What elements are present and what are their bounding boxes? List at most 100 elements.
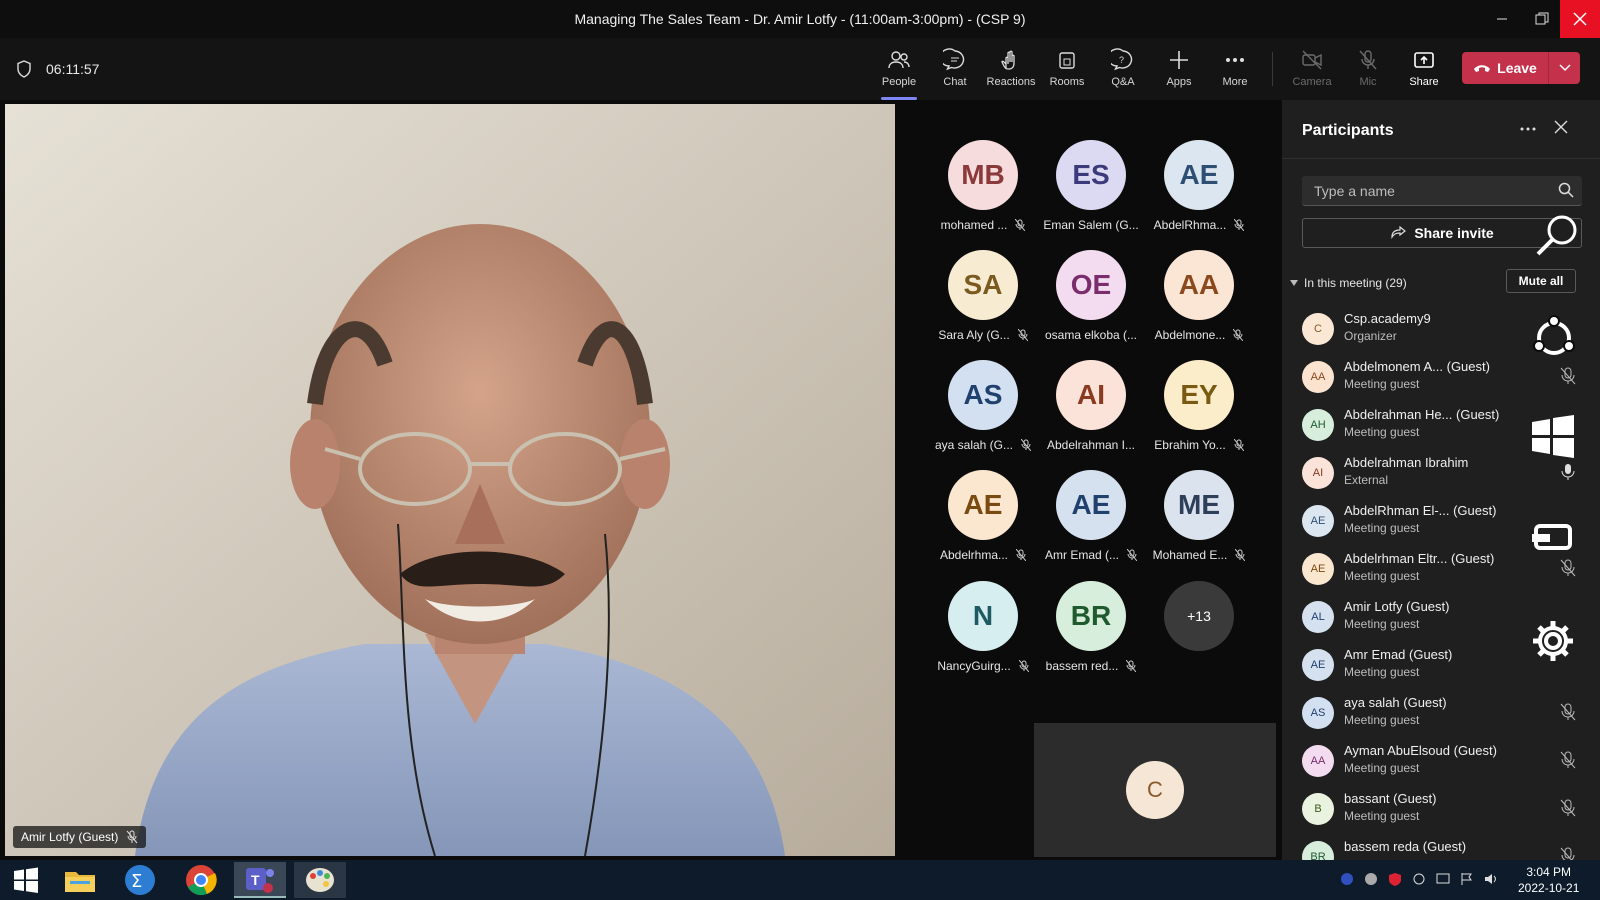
avatar: C bbox=[1302, 313, 1334, 345]
speaker-video-frame bbox=[5, 104, 895, 856]
self-view: C bbox=[1034, 723, 1276, 857]
chrome-icon bbox=[186, 865, 217, 896]
share-invite-label: Share invite bbox=[1414, 225, 1494, 241]
chat-button[interactable]: Chat bbox=[927, 48, 983, 94]
mic-icon bbox=[1561, 464, 1575, 480]
participant-tile[interactable]: OE osama elkoba (... bbox=[1036, 250, 1146, 360]
participant-tile[interactable]: BR bassem red... bbox=[1036, 581, 1146, 691]
display-tray-icon[interactable] bbox=[1436, 872, 1450, 886]
reactions-icon bbox=[1001, 50, 1015, 70]
plus-icon bbox=[1170, 51, 1188, 69]
leave-button[interactable]: Leave bbox=[1462, 52, 1548, 84]
in-meeting-section-header[interactable]: In this meeting (29) bbox=[1290, 276, 1407, 290]
participant-tile[interactable]: AA Abdelmone... bbox=[1144, 250, 1254, 360]
app-tray-icon[interactable] bbox=[1364, 872, 1378, 886]
avatar: AE bbox=[1302, 649, 1334, 681]
teams-icon: T bbox=[246, 868, 274, 893]
security-tray-icon[interactable] bbox=[1388, 872, 1402, 886]
participant-name: AbdelRhman El-... (Guest) bbox=[1344, 503, 1497, 518]
leave-options-button[interactable] bbox=[1548, 52, 1580, 84]
list-item[interactable]: AA Ayman AbuElsoud (Guest) Meeting guest bbox=[1282, 737, 1600, 785]
list-item[interactable]: B bassant (Guest) Meeting guest bbox=[1282, 785, 1600, 833]
mic-off-icon bbox=[1560, 703, 1576, 721]
svg-text:T: T bbox=[251, 872, 260, 888]
more-participants-count: +13 bbox=[1164, 581, 1234, 651]
paint-app-button[interactable] bbox=[294, 862, 346, 898]
reactions-button[interactable]: Reactions bbox=[983, 48, 1039, 94]
participant-tile[interactable]: AE AbdelRhma... bbox=[1144, 140, 1254, 250]
participant-role: Meeting guest bbox=[1344, 809, 1420, 823]
participant-name: Abdelrahman Ibrahim bbox=[1344, 455, 1469, 470]
close-window-button[interactable] bbox=[1560, 0, 1600, 38]
participant-tile[interactable]: EY Ebrahim Yo... bbox=[1144, 360, 1254, 470]
magnifier-overlay-icon[interactable] bbox=[1530, 212, 1582, 256]
more-participants-tile[interactable]: +13 bbox=[1144, 581, 1254, 691]
apps-button[interactable]: Apps bbox=[1151, 48, 1207, 94]
mic-off-icon bbox=[1233, 439, 1244, 451]
participant-tile[interactable]: AE Amr Emad (... bbox=[1036, 470, 1146, 580]
mic-off-icon bbox=[1233, 329, 1244, 341]
file-explorer-button[interactable] bbox=[54, 862, 106, 898]
list-item[interactable]: AS aya salah (Guest) Meeting guest bbox=[1282, 689, 1600, 737]
avatar: B bbox=[1302, 793, 1334, 825]
flag-icon[interactable] bbox=[1460, 872, 1474, 886]
mic-off-icon bbox=[1560, 751, 1576, 769]
avatar: ES bbox=[1056, 140, 1126, 210]
mic-off-icon bbox=[1359, 50, 1377, 70]
list-item[interactable]: BR bassem reda (Guest) bbox=[1282, 833, 1600, 860]
taskbar-clock[interactable]: 3:04 PM 2022-10-21 bbox=[1518, 864, 1579, 896]
more-button[interactable]: More bbox=[1207, 48, 1263, 94]
speaker-name-badge: Amir Lotfy (Guest) bbox=[13, 826, 147, 848]
calculator-app-button[interactable]: Σ bbox=[114, 862, 166, 898]
avatar: AA bbox=[1164, 250, 1234, 320]
volume-icon[interactable] bbox=[1484, 872, 1498, 886]
taskbar: Σ T 3:04 PM 2022-10-21 bbox=[0, 860, 1600, 900]
sync-tray-icon[interactable] bbox=[1412, 872, 1426, 886]
mic-off-icon bbox=[1018, 660, 1029, 672]
qna-button[interactable]: ? Q&A bbox=[1095, 48, 1151, 94]
camera-button[interactable]: Camera bbox=[1284, 48, 1340, 94]
teams-button[interactable]: T bbox=[234, 862, 286, 898]
tile-name: bassem red... bbox=[1036, 659, 1146, 673]
phone-hangup-icon bbox=[1474, 65, 1491, 72]
share-button[interactable]: Share bbox=[1396, 48, 1452, 94]
start-button[interactable] bbox=[0, 862, 52, 898]
participant-role: Meeting guest bbox=[1344, 713, 1420, 727]
mic-button[interactable]: Mic bbox=[1340, 48, 1396, 94]
participant-tile[interactable]: MB mohamed ... bbox=[928, 140, 1038, 250]
participant-tile[interactable]: AS aya salah (G... bbox=[928, 360, 1038, 470]
chrome-button[interactable] bbox=[175, 862, 227, 898]
mute-all-button[interactable]: Mute all bbox=[1506, 269, 1576, 293]
participant-name: bassem reda (Guest) bbox=[1344, 839, 1467, 854]
avatar: AI bbox=[1302, 457, 1334, 489]
participant-role: Meeting guest bbox=[1344, 761, 1420, 775]
minimize-button[interactable] bbox=[1482, 0, 1522, 38]
tile-name-text: Abdelrhma... bbox=[939, 548, 1009, 562]
shield-icon bbox=[17, 60, 31, 78]
restore-button[interactable] bbox=[1522, 0, 1562, 38]
camera-off-icon bbox=[1302, 50, 1322, 70]
participant-name: Abdelrhman Eltr... (Guest) bbox=[1344, 551, 1495, 566]
network-icon[interactable] bbox=[1340, 872, 1354, 886]
rooms-button[interactable]: Rooms bbox=[1039, 48, 1095, 94]
caret-down-icon bbox=[1290, 280, 1298, 286]
participant-name: Amir Lotfy (Guest) bbox=[1344, 599, 1450, 614]
avatar: BR bbox=[1056, 581, 1126, 651]
panel-close-button[interactable] bbox=[1554, 120, 1568, 139]
people-button[interactable]: People bbox=[871, 48, 927, 100]
search-icon bbox=[1558, 182, 1574, 198]
panel-more-button[interactable] bbox=[1520, 118, 1536, 139]
participant-tile[interactable]: AE Abdelrhma... bbox=[928, 470, 1038, 580]
participant-tile[interactable]: AI Abdelrahman I... bbox=[1036, 360, 1146, 470]
tile-name-text: Amr Emad (... bbox=[1044, 548, 1119, 562]
tile-name-text: Ebrahim Yo... bbox=[1154, 438, 1226, 452]
folder-icon bbox=[65, 872, 95, 892]
participant-search-input[interactable] bbox=[1302, 176, 1582, 206]
tile-name: Eman Salem (G... bbox=[1036, 218, 1146, 232]
participant-tile[interactable]: SA Sara Aly (G... bbox=[928, 250, 1038, 360]
participant-tile[interactable]: N NancyGuirg... bbox=[928, 581, 1038, 691]
participant-tile[interactable]: ES Eman Salem (G... bbox=[1036, 140, 1146, 250]
participant-tile[interactable]: ME Mohamed E... bbox=[1144, 470, 1254, 580]
gear-icon[interactable] bbox=[1530, 618, 1576, 664]
camera-label: Camera bbox=[1292, 76, 1332, 88]
